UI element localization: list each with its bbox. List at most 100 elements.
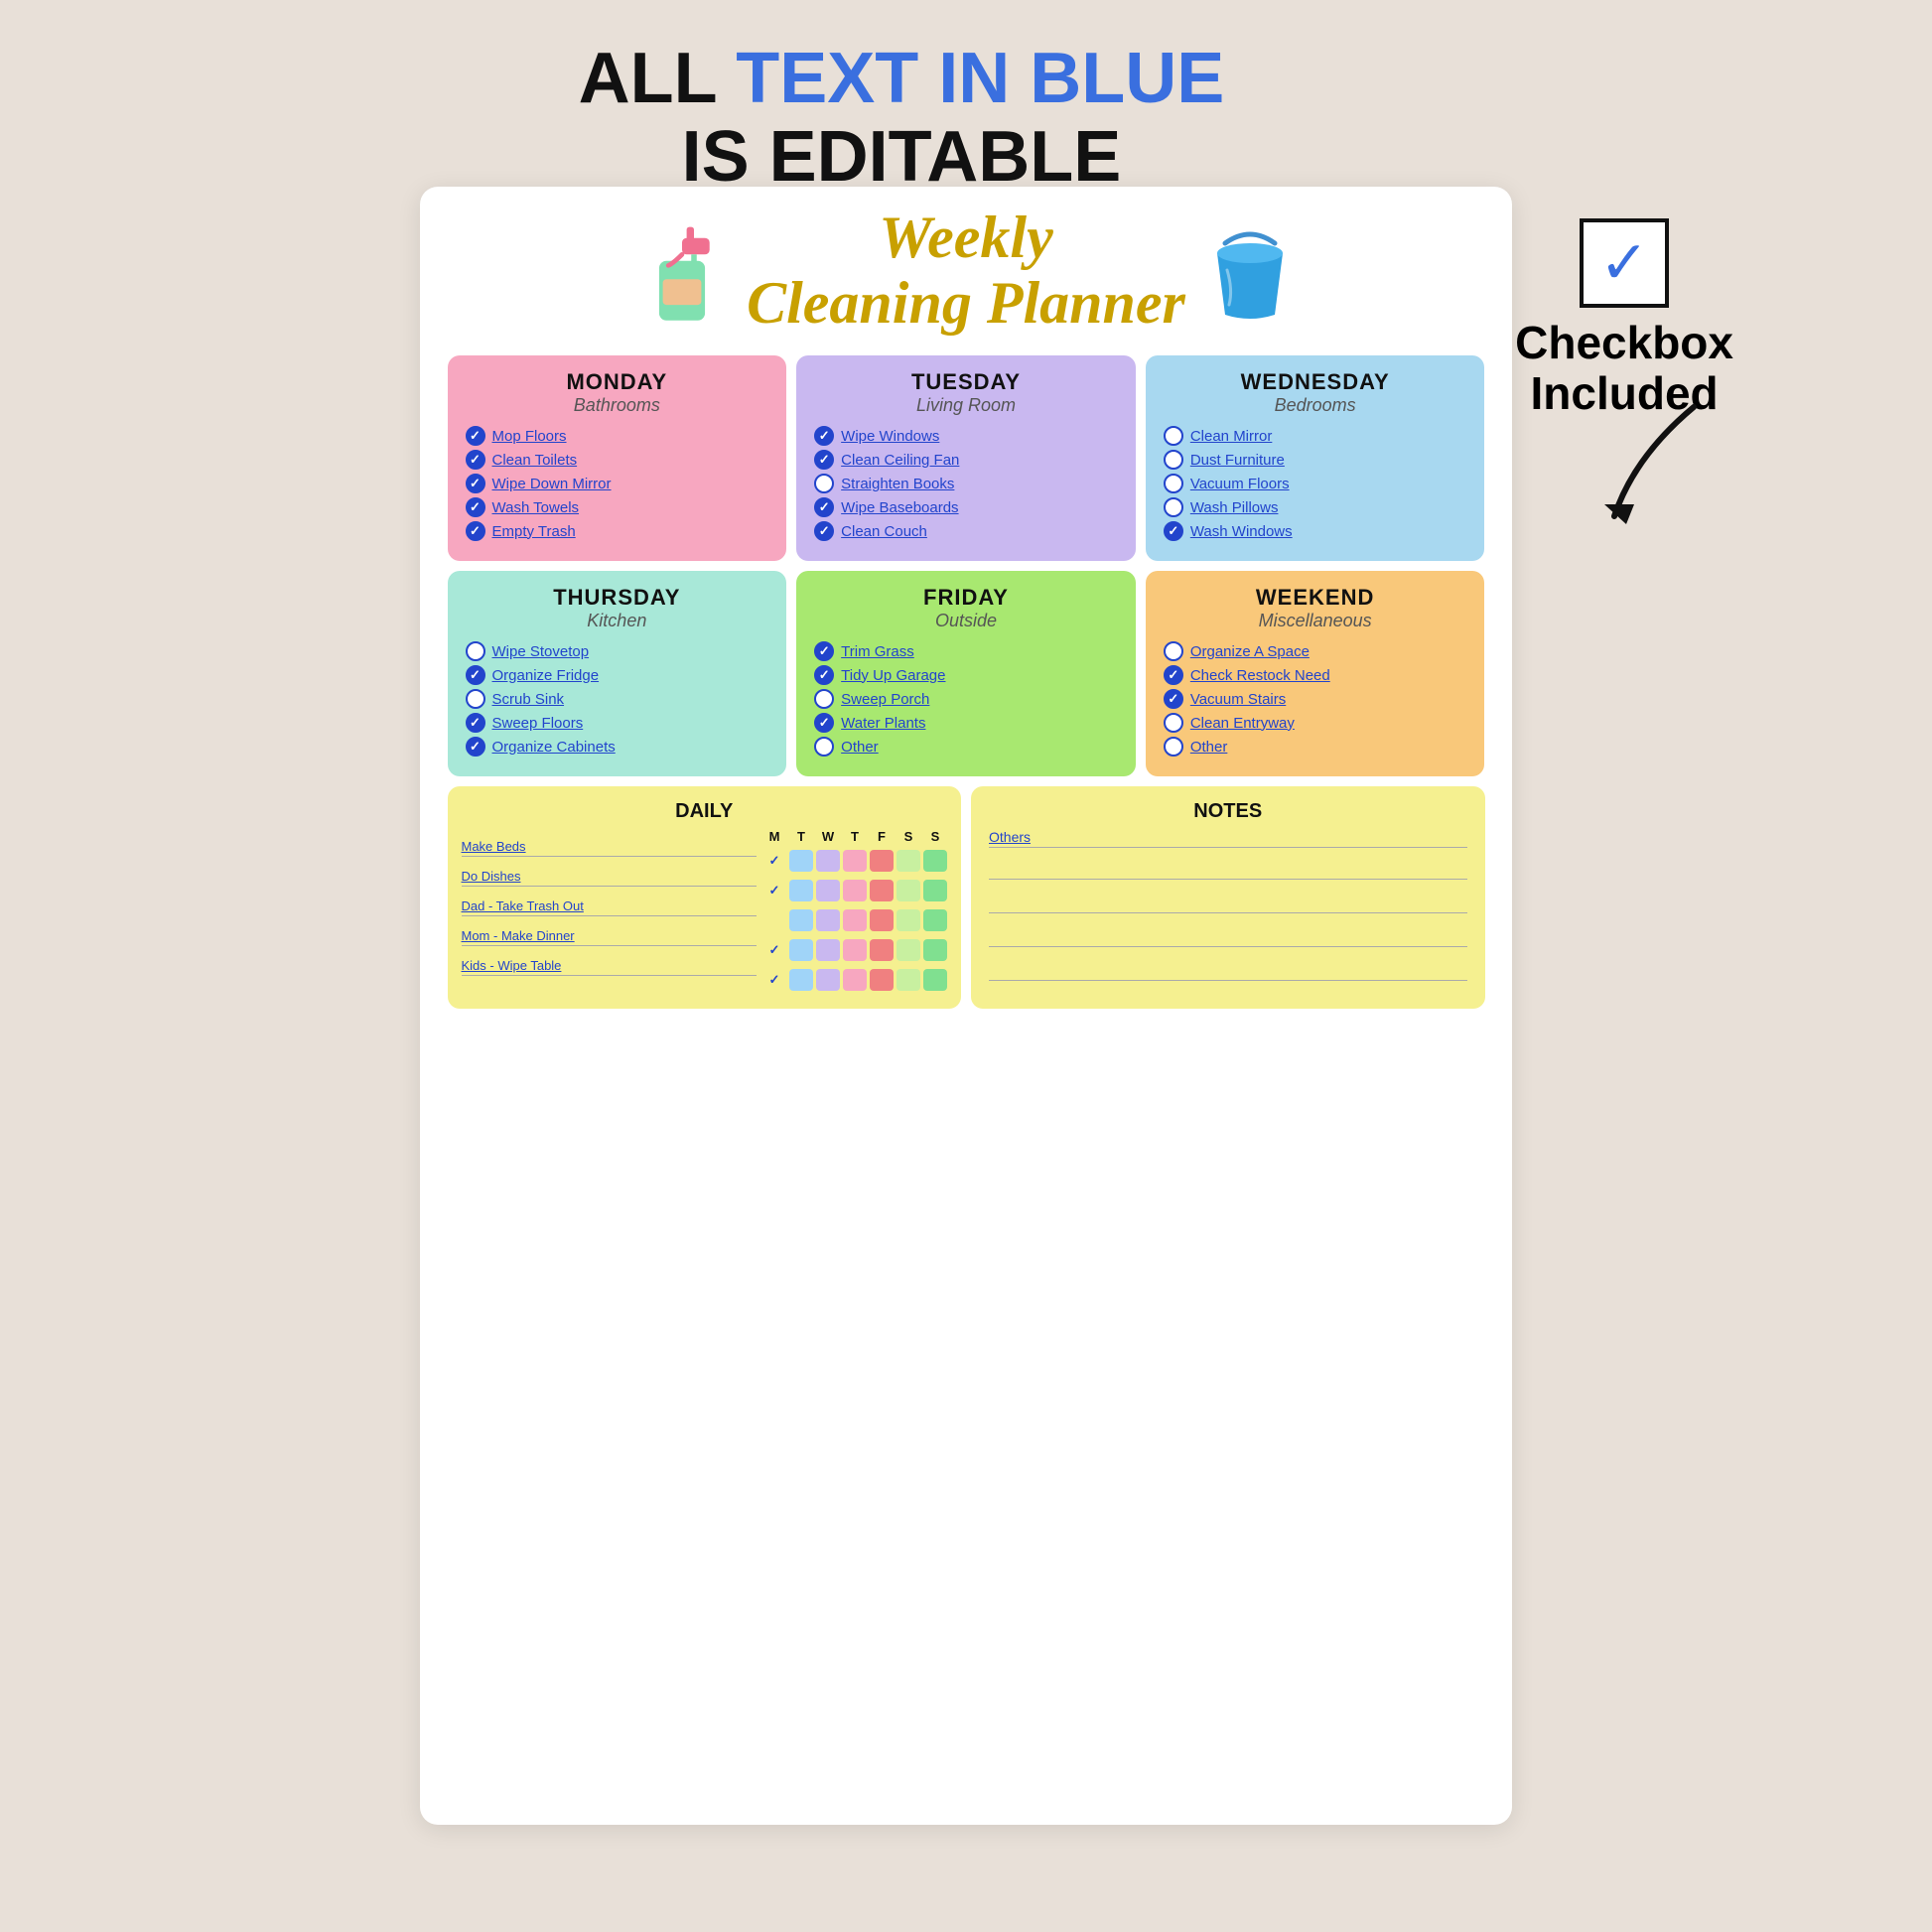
- tracker-cell[interactable]: [816, 939, 840, 961]
- task-item[interactable]: Sweep Floors: [466, 713, 769, 733]
- task-checkbox[interactable]: [814, 737, 834, 757]
- tracker-cell[interactable]: [923, 939, 947, 961]
- task-checkbox[interactable]: [1164, 474, 1183, 493]
- tracker-row: ✓: [762, 935, 947, 963]
- tracker-cell[interactable]: [843, 939, 867, 961]
- tracker-cell[interactable]: [843, 909, 867, 931]
- tracker-cell[interactable]: [870, 880, 894, 901]
- task-checkbox[interactable]: [466, 426, 485, 446]
- task-item[interactable]: Wash Towels: [466, 497, 769, 517]
- task-item[interactable]: Other: [1164, 737, 1467, 757]
- task-checkbox[interactable]: [466, 689, 485, 709]
- task-checkbox[interactable]: [466, 665, 485, 685]
- task-item[interactable]: Mop Floors: [466, 426, 769, 446]
- task-item[interactable]: Clean Toilets: [466, 450, 769, 470]
- task-checkbox[interactable]: [466, 474, 485, 493]
- task-checkbox[interactable]: [466, 641, 485, 661]
- task-checkbox[interactable]: [814, 497, 834, 517]
- task-item[interactable]: Organize Cabinets: [466, 737, 769, 757]
- task-list-monday: Mop Floors Clean Toilets Wipe Down Mirror W…: [466, 426, 769, 541]
- tracker-cell[interactable]: [870, 909, 894, 931]
- task-label: Other: [1190, 739, 1228, 756]
- tracker-cell[interactable]: [843, 969, 867, 991]
- tracker-cell[interactable]: [897, 909, 920, 931]
- task-checkbox[interactable]: [814, 665, 834, 685]
- task-item[interactable]: Wipe Windows: [814, 426, 1118, 446]
- task-item[interactable]: Empty Trash: [466, 521, 769, 541]
- task-item[interactable]: Other: [814, 737, 1118, 757]
- tracker-cell[interactable]: [816, 850, 840, 872]
- tracker-cell[interactable]: [897, 939, 920, 961]
- task-item[interactable]: Straighten Books: [814, 474, 1118, 493]
- task-checkbox[interactable]: [1164, 665, 1183, 685]
- tracker-cell[interactable]: ✓: [762, 939, 786, 961]
- task-item[interactable]: Clean Couch: [814, 521, 1118, 541]
- heading-text-blue: TEXT IN BLUE: [736, 39, 1224, 118]
- tracker-cell[interactable]: [816, 969, 840, 991]
- task-checkbox[interactable]: [814, 426, 834, 446]
- task-checkbox[interactable]: [466, 737, 485, 757]
- tracker-cell[interactable]: ✓: [762, 969, 786, 991]
- task-item[interactable]: Organize A Space: [1164, 641, 1467, 661]
- task-checkbox[interactable]: [1164, 689, 1183, 709]
- task-item[interactable]: Water Plants: [814, 713, 1118, 733]
- tracker-cell[interactable]: [897, 969, 920, 991]
- tracker-cell[interactable]: [789, 969, 813, 991]
- tracker-cell[interactable]: [870, 850, 894, 872]
- task-item[interactable]: Wash Windows: [1164, 521, 1467, 541]
- tracker-cell[interactable]: [923, 850, 947, 872]
- task-checkbox[interactable]: [1164, 641, 1183, 661]
- tracker-cell[interactable]: [816, 909, 840, 931]
- tracker-cell[interactable]: [870, 969, 894, 991]
- task-checkbox[interactable]: [1164, 713, 1183, 733]
- task-item[interactable]: Clean Ceiling Fan: [814, 450, 1118, 470]
- task-item[interactable]: Wipe Stovetop: [466, 641, 769, 661]
- task-item[interactable]: Scrub Sink: [466, 689, 769, 709]
- task-checkbox[interactable]: [466, 521, 485, 541]
- task-checkbox[interactable]: [814, 474, 834, 493]
- task-label: Mop Floors: [492, 428, 567, 445]
- task-item[interactable]: Wipe Baseboards: [814, 497, 1118, 517]
- tracker-cell[interactable]: [762, 909, 786, 931]
- task-checkbox[interactable]: [1164, 497, 1183, 517]
- task-item[interactable]: Trim Grass: [814, 641, 1118, 661]
- task-checkbox[interactable]: [1164, 737, 1183, 757]
- tracker-cell[interactable]: ✓: [762, 850, 786, 872]
- task-checkbox[interactable]: [466, 450, 485, 470]
- task-item[interactable]: Dust Furniture: [1164, 450, 1467, 470]
- tracker-cell[interactable]: [789, 880, 813, 901]
- task-checkbox[interactable]: [1164, 426, 1183, 446]
- task-checkbox[interactable]: [1164, 521, 1183, 541]
- task-checkbox[interactable]: [814, 450, 834, 470]
- tracker-cell[interactable]: [897, 850, 920, 872]
- tracker-cell[interactable]: [816, 880, 840, 901]
- tracker-cell[interactable]: [789, 850, 813, 872]
- task-checkbox[interactable]: [466, 713, 485, 733]
- task-checkbox[interactable]: [1164, 450, 1183, 470]
- task-item[interactable]: Wash Pillows: [1164, 497, 1467, 517]
- task-item[interactable]: Clean Mirror: [1164, 426, 1467, 446]
- task-checkbox[interactable]: [814, 689, 834, 709]
- tracker-cell[interactable]: [923, 909, 947, 931]
- task-item[interactable]: Vacuum Floors: [1164, 474, 1467, 493]
- tracker-cell[interactable]: [789, 909, 813, 931]
- task-checkbox[interactable]: [466, 497, 485, 517]
- task-item[interactable]: Tidy Up Garage: [814, 665, 1118, 685]
- task-item[interactable]: Organize Fridge: [466, 665, 769, 685]
- tracker-cell[interactable]: [870, 939, 894, 961]
- task-item[interactable]: Sweep Porch: [814, 689, 1118, 709]
- task-checkbox[interactable]: [814, 641, 834, 661]
- tracker-cell[interactable]: [843, 880, 867, 901]
- task-item[interactable]: Clean Entryway: [1164, 713, 1467, 733]
- tracker-cell[interactable]: ✓: [762, 880, 786, 901]
- task-item[interactable]: Check Restock Need: [1164, 665, 1467, 685]
- tracker-cell[interactable]: [789, 939, 813, 961]
- tracker-cell[interactable]: [923, 969, 947, 991]
- tracker-cell[interactable]: [897, 880, 920, 901]
- tracker-cell[interactable]: [923, 880, 947, 901]
- tracker-cell[interactable]: [843, 850, 867, 872]
- task-checkbox[interactable]: [814, 713, 834, 733]
- task-item[interactable]: Vacuum Stairs: [1164, 689, 1467, 709]
- task-checkbox[interactable]: [814, 521, 834, 541]
- task-item[interactable]: Wipe Down Mirror: [466, 474, 769, 493]
